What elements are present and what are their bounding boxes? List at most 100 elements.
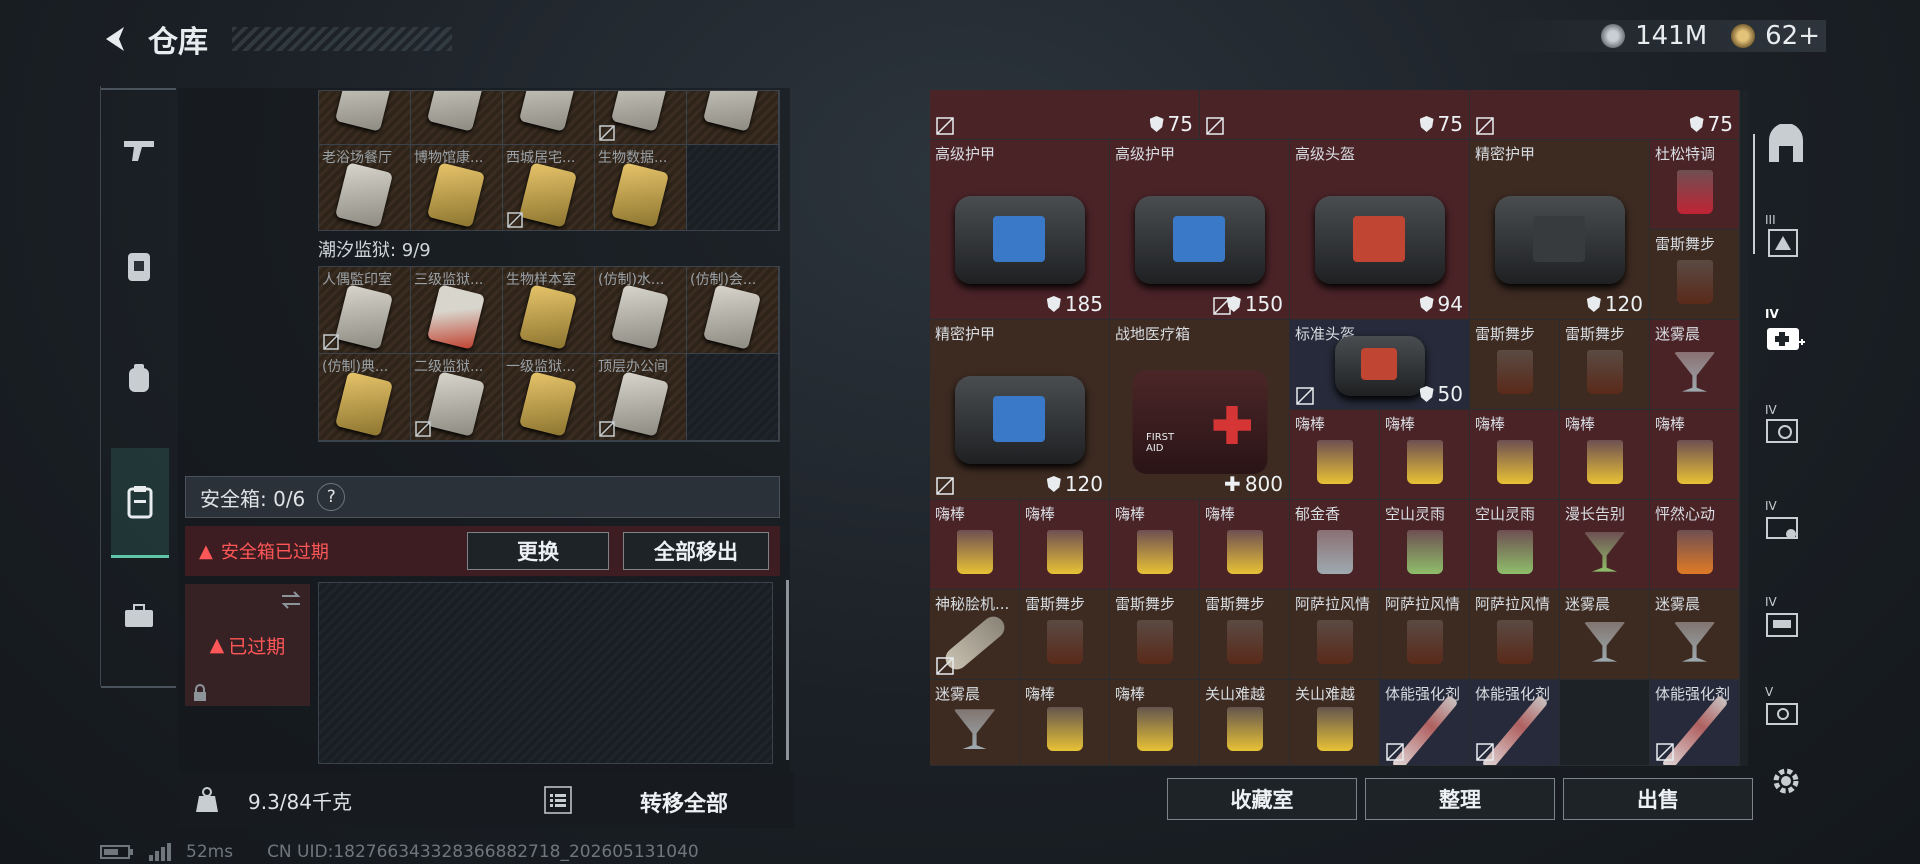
collection-item[interactable]: [687, 91, 779, 145]
item-cell[interactable]: 雷斯舞步: [1560, 320, 1650, 410]
level-5-filter-icon[interactable]: V: [1765, 684, 1807, 726]
collection-item[interactable]: 一级监狱...: [503, 354, 595, 441]
level-4-key-filter-icon[interactable]: IV: [1765, 402, 1807, 444]
item-cell[interactable]: 雷斯舞步: [1650, 230, 1740, 320]
item-cell[interactable]: 阿萨拉风情: [1470, 590, 1560, 680]
item-cell[interactable]: 高级护甲 150: [1110, 140, 1290, 320]
help-icon[interactable]: ?: [317, 483, 346, 511]
item-cell[interactable]: 体能强化剂: [1380, 680, 1470, 766]
item-cell[interactable]: 嗨棒: [1200, 500, 1290, 590]
collection-item[interactable]: 人偶監印室: [319, 267, 411, 354]
item-cell[interactable]: 嗨棒: [1110, 680, 1200, 766]
item-cell[interactable]: 空山灵雨: [1380, 500, 1470, 590]
item-cell[interactable]: 战地医疗箱 FIRST AID ✚ 800: [1110, 320, 1290, 500]
remove-all-button[interactable]: 全部移出: [623, 532, 769, 570]
armor-category-icon[interactable]: [109, 236, 169, 296]
sort-button[interactable]: 整理: [1365, 778, 1555, 820]
toolbox-category-icon[interactable]: [109, 586, 169, 646]
item-cell[interactable]: 空山灵雨: [1470, 500, 1560, 590]
collection-item[interactable]: 二级监狱...: [411, 354, 503, 441]
item-cell[interactable]: 嗨棒: [1560, 410, 1650, 500]
currency-gold[interactable]: 62+: [1765, 21, 1820, 51]
item-cell[interactable]: 高级护甲 185: [930, 140, 1110, 320]
back-arrow-icon[interactable]: [100, 24, 130, 54]
item-cell[interactable]: 杜松特调: [1650, 140, 1740, 230]
safebox-category-tab[interactable]: [111, 448, 169, 558]
item-cell[interactable]: 75: [930, 90, 1200, 140]
item-cell[interactable]: 雷斯舞步: [1200, 590, 1290, 680]
item-cell[interactable]: 迷雾晨: [930, 680, 1020, 766]
collection-item[interactable]: [319, 91, 411, 145]
collection-item[interactable]: 顶层办公间: [595, 354, 687, 441]
title-stripe: [232, 27, 452, 51]
level-3-armor-filter-icon[interactable]: III: [1765, 212, 1807, 257]
collection-item[interactable]: 生物数据...: [595, 145, 687, 230]
item-cell[interactable]: 漫长告别: [1560, 500, 1650, 590]
item-cell[interactable]: 怦然心动: [1650, 500, 1740, 590]
item-cell[interactable]: 雷斯舞步: [1470, 320, 1560, 410]
settings-gear-icon[interactable]: [1770, 765, 1802, 797]
item-cell[interactable]: 关山难越: [1290, 680, 1380, 766]
item-cell[interactable]: 75: [1470, 90, 1740, 140]
weapon-category-icon[interactable]: [109, 120, 169, 180]
empty-slot[interactable]: [1560, 680, 1650, 766]
item-cell[interactable]: 雷斯舞步: [1020, 590, 1110, 680]
item-name: 雷斯舞步: [1565, 325, 1626, 343]
replace-button[interactable]: 更换: [467, 532, 609, 570]
item-cell[interactable]: 迷雾晨: [1560, 590, 1650, 680]
collection-item[interactable]: (仿制)典...: [319, 354, 411, 441]
swap-icon[interactable]: [280, 590, 302, 610]
helmet-filter-icon[interactable]: [1765, 124, 1807, 166]
item-value: 94: [1437, 292, 1463, 316]
item-cell[interactable]: 嗨棒: [1380, 410, 1470, 500]
item-cell[interactable]: 雷斯舞步: [1110, 590, 1200, 680]
backpack-category-icon[interactable]: [109, 348, 169, 408]
item-cell[interactable]: 嗨棒: [1650, 410, 1740, 500]
transfer-all-button[interactable]: 转移全部: [640, 786, 728, 818]
sell-button[interactable]: 出售: [1563, 778, 1753, 820]
no-transfer-icon: [1206, 117, 1224, 135]
collection-item[interactable]: (仿制)水...: [595, 267, 687, 354]
level-4-medical-filter-icon[interactable]: IV: [1765, 306, 1807, 350]
item-cell[interactable]: 精密护甲 120: [1470, 140, 1650, 320]
collection-item[interactable]: [503, 91, 595, 145]
no-transfer-icon: [1476, 117, 1494, 135]
drink-image: [1583, 531, 1626, 572]
item-cell[interactable]: 体能强化剂: [1650, 680, 1740, 766]
level-4-storage-filter-icon[interactable]: IV: [1765, 498, 1807, 540]
item-cell[interactable]: 嗨棒: [1020, 680, 1110, 766]
item-cell[interactable]: 关山难越: [1200, 680, 1290, 766]
collection-item[interactable]: 老浴场餐厅: [319, 145, 411, 230]
item-cell[interactable]: 体能强化剂: [1470, 680, 1560, 766]
list-icon[interactable]: [544, 786, 572, 814]
collection-item[interactable]: 博物馆康...: [411, 145, 503, 230]
collection-item[interactable]: 西城居宅...: [503, 145, 595, 230]
level-4-container-filter-icon[interactable]: IV: [1765, 594, 1807, 637]
collection-room-button[interactable]: 收藏室: [1167, 778, 1357, 820]
collection-item[interactable]: (仿制)会...: [687, 267, 779, 354]
item-cell[interactable]: 标准头盔 50: [1290, 320, 1470, 410]
item-cell[interactable]: 郁金香: [1290, 500, 1380, 590]
item-name: 精密护甲: [935, 325, 996, 343]
item-cell[interactable]: 迷雾晨: [1650, 320, 1740, 410]
armor-bag-image: [954, 196, 1085, 285]
collection-item[interactable]: 三级监狱...: [411, 267, 503, 354]
collection-item[interactable]: [595, 91, 687, 145]
item-cell[interactable]: 嗨棒: [1110, 500, 1200, 590]
item-cell[interactable]: 嗨棒: [1020, 500, 1110, 590]
item-cell[interactable]: 神秘脍机...: [930, 590, 1020, 680]
item-cell[interactable]: 嗨棒: [1290, 410, 1380, 500]
empty-slot: [687, 354, 779, 441]
item-cell[interactable]: 75: [1200, 90, 1470, 140]
collection-item[interactable]: [411, 91, 503, 145]
item-cell[interactable]: 迷雾晨: [1650, 590, 1740, 680]
item-cell[interactable]: 阿萨拉风情: [1290, 590, 1380, 680]
item-cell[interactable]: 阿萨拉风情: [1380, 590, 1470, 680]
scrollbar[interactable]: [786, 580, 789, 760]
collection-item[interactable]: 生物样本室: [503, 267, 595, 354]
item-cell[interactable]: 嗨棒: [1470, 410, 1560, 500]
item-cell[interactable]: 精密护甲 120: [930, 320, 1110, 500]
item-cell[interactable]: 嗨棒: [930, 500, 1020, 590]
item-cell[interactable]: 高级头盔 94: [1290, 140, 1470, 320]
item-value: 800: [1244, 472, 1283, 496]
